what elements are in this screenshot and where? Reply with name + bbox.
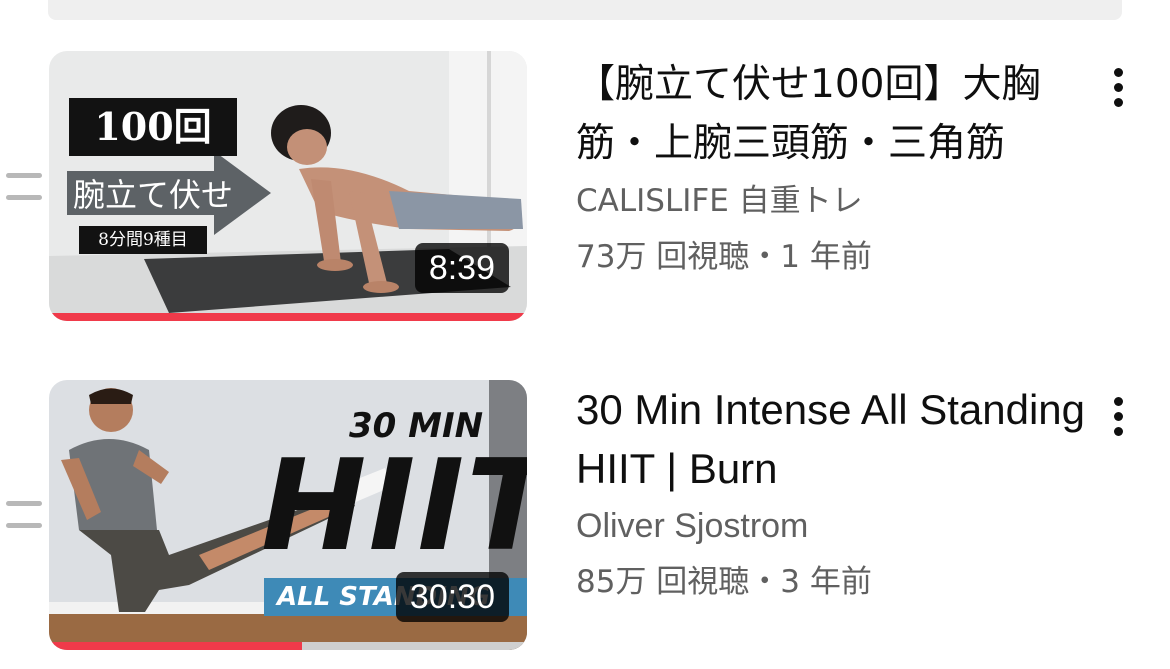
video-info[interactable]: 【腕立て伏せ100回】大胸筋・上腕三頭筋・三角筋 CALISLIFE 自重トレ … bbox=[576, 51, 1086, 285]
video-meta: 73万 回視聴・1 年前 bbox=[576, 239, 872, 275]
video-info[interactable]: 30 Min Intense All Standing HIIT | Burn … bbox=[576, 380, 1086, 610]
video-thumbnail[interactable]: 30 MIN HIIT ALL STANDING 30:30 bbox=[49, 380, 527, 650]
video-meta: 85万 回視聴・3 年前 bbox=[576, 564, 872, 600]
thumbnail-banner-text: 腕立て伏せ bbox=[73, 176, 234, 214]
watch-progress-bar bbox=[49, 642, 527, 650]
watch-progress-bar bbox=[49, 313, 527, 321]
thumbnail-badge: 100回 bbox=[94, 104, 212, 149]
video-thumbnail[interactable]: 100回 腕立て伏せ 8分間9種目 8:39 bbox=[49, 51, 527, 321]
drag-handle-icon[interactable] bbox=[6, 501, 42, 531]
more-vert-icon[interactable] bbox=[1107, 65, 1131, 111]
more-vert-icon[interactable] bbox=[1107, 394, 1131, 440]
video-item-1[interactable]: 100回 腕立て伏せ 8分間9種目 8:39 【腕立て伏せ100回】大胸筋・上腕… bbox=[0, 51, 1170, 326]
video-title[interactable]: 【腕立て伏せ100回】大胸筋・上腕三頭筋・三角筋 bbox=[576, 55, 1086, 173]
drag-handle-icon[interactable] bbox=[6, 173, 42, 203]
watch-progress-fill bbox=[49, 642, 303, 650]
search-bar-edge[interactable] bbox=[48, 0, 1122, 20]
duration-badge: 8:39 bbox=[414, 243, 509, 293]
channel-name[interactable]: Oliver Sjostrom bbox=[576, 498, 1086, 554]
thumbnail-big-text: HIIT bbox=[261, 432, 527, 579]
duration-badge: 30:30 bbox=[395, 572, 509, 622]
channel-name[interactable]: CALISLIFE 自重トレ bbox=[576, 173, 1086, 229]
video-title[interactable]: 30 Min Intense All Standing HIIT | Burn bbox=[576, 380, 1086, 498]
thumbnail-caption: 8分間9種目 bbox=[98, 230, 188, 250]
video-item-2[interactable]: 30 MIN HIIT ALL STANDING 30:30 30 Min In… bbox=[0, 380, 1170, 655]
watch-progress-fill bbox=[49, 313, 527, 321]
